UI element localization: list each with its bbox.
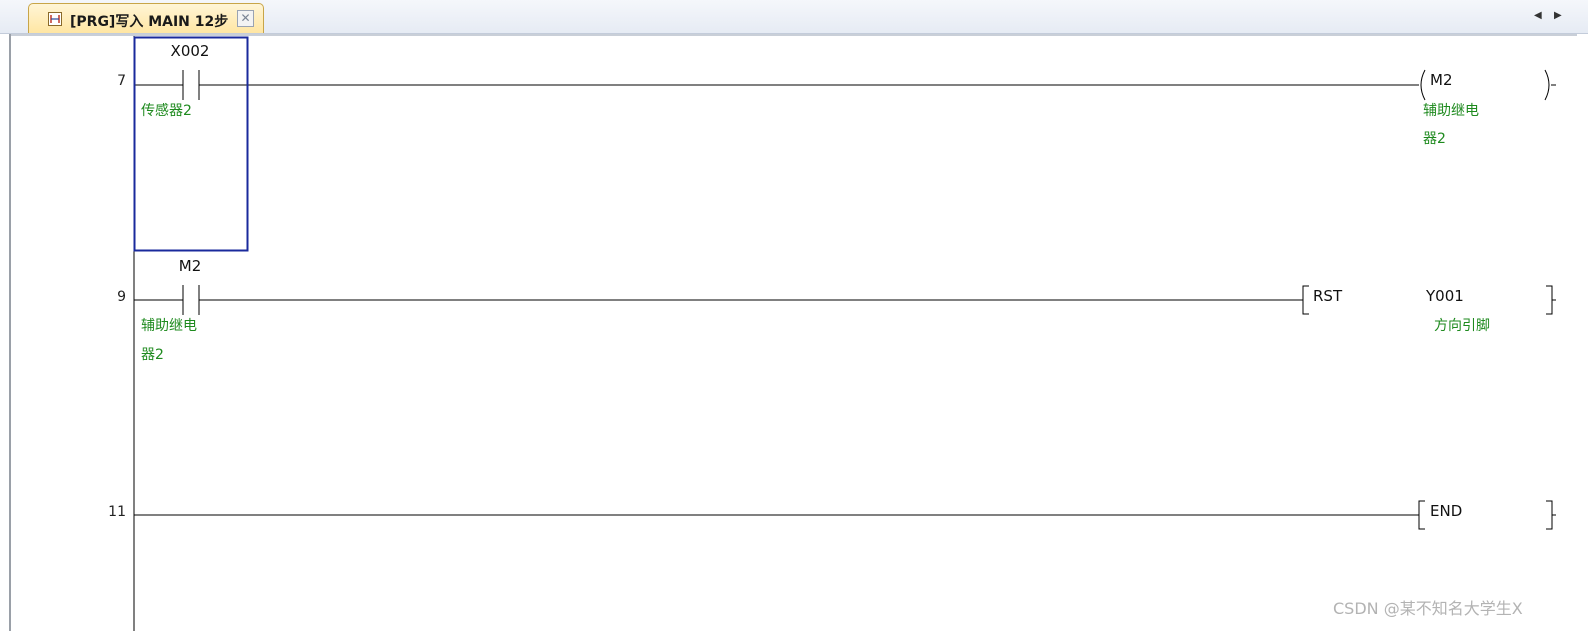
- step-number: 7: [117, 73, 126, 89]
- step-number: 9: [117, 289, 126, 305]
- device-comment: 辅助继电: [141, 318, 197, 334]
- contact-device: X002: [171, 42, 210, 60]
- no-contact-symbol[interactable]: [134, 285, 200, 315]
- device-comment: 方向引脚: [1434, 318, 1490, 334]
- device-comment: 器2: [1423, 131, 1446, 147]
- instruction-name: END: [1430, 502, 1462, 520]
- device-comment: 传感器2: [141, 102, 192, 119]
- device-comment: 辅助继电: [1423, 103, 1479, 119]
- cursor-box[interactable]: [133, 36, 249, 252]
- watermark-text: CSDN @某不知名大学生X: [1333, 599, 1523, 618]
- contact-device: M2: [179, 257, 202, 275]
- instruction-name: RST: [1313, 287, 1343, 305]
- device-comment: 器2: [141, 347, 164, 363]
- no-contact-symbol[interactable]: [134, 70, 200, 100]
- instruction-operand: Y001: [1425, 287, 1464, 305]
- coil-device: M2: [1430, 71, 1453, 89]
- ladder-diagram[interactable]: 7 X002 传感器2 M2 辅助继电 器2 9 M2 辅助继电 器2 RST …: [0, 0, 1588, 631]
- step-number: 11: [108, 504, 126, 520]
